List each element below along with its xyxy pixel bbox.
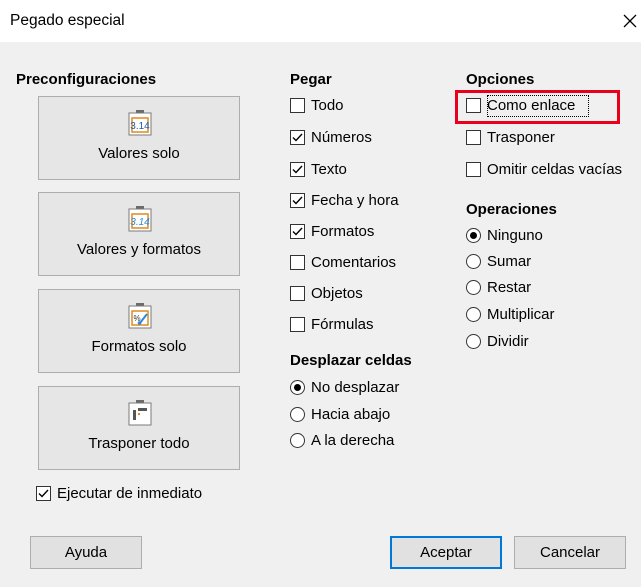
values-only-paste-icon: 3.14	[127, 109, 153, 137]
checkbox-checked[interactable]	[290, 161, 305, 177]
checkbox-checked[interactable]	[36, 485, 51, 501]
title-bar: Pegado especial	[0, 0, 641, 43]
paste-all-checkbox[interactable]: Todo	[290, 94, 344, 116]
checkbox-checked[interactable]	[290, 192, 305, 208]
paste-formats-label: Formatos	[311, 222, 375, 240]
operation-multiply-label: Multiplicar	[487, 305, 555, 323]
operation-divide-label: Dividir	[487, 332, 529, 350]
paste-numbers-checkbox[interactable]: Números	[290, 126, 372, 148]
values-only-label: Valores solo	[98, 145, 180, 162]
formats-only-button[interactable]: % Formatos solo	[38, 289, 240, 373]
transpose-checkbox[interactable]: Trasponer	[466, 126, 555, 148]
paste-text-checkbox[interactable]: Texto	[290, 158, 347, 180]
operation-none-radio[interactable]: Ninguno	[466, 224, 543, 246]
operation-none-label: Ninguno	[487, 226, 543, 244]
transpose-label: Trasponer	[487, 128, 555, 146]
values-and-formats-button[interactable]: 3.14 Valores y formatos	[38, 192, 240, 276]
shift-down-label: Hacia abajo	[311, 405, 391, 423]
ok-button[interactable]: Aceptar	[390, 536, 502, 569]
radio-selected[interactable]	[290, 379, 305, 395]
help-button[interactable]: Ayuda	[30, 536, 142, 569]
paste-formats-checkbox[interactable]: Formatos	[290, 220, 374, 242]
operation-subtract-label: Restar	[487, 278, 532, 296]
checkbox-checked[interactable]	[290, 129, 305, 145]
paste-formulas-checkbox[interactable]: Fórmulas	[290, 313, 374, 335]
formats-only-label: Formatos solo	[91, 338, 187, 355]
paste-date-time-label: Fecha y hora	[311, 191, 399, 209]
presets-heading: Preconfiguraciones	[16, 71, 157, 88]
run-immediately-label: Ejecutar de inmediato	[57, 484, 203, 502]
options-heading: Opciones	[466, 71, 535, 88]
radio-unselected[interactable]	[466, 279, 481, 295]
skip-empty-cells-label: Omitir celdas vacías	[487, 160, 623, 178]
paste-objects-label: Objetos	[311, 284, 363, 302]
operation-divide-radio[interactable]: Dividir	[466, 330, 529, 352]
paste-numbers-label: Números	[311, 128, 372, 146]
values-only-button[interactable]: 3.14 Valores solo	[38, 96, 240, 180]
run-immediately-checkbox[interactable]: Ejecutar de inmediato	[36, 482, 202, 504]
checkbox-unchecked[interactable]	[290, 316, 305, 332]
shift-right-radio[interactable]: A la derecha	[290, 429, 394, 451]
checkbox-unchecked[interactable]	[290, 285, 305, 301]
transpose-all-paste-icon	[127, 399, 153, 427]
checkbox-unchecked[interactable]	[290, 97, 305, 113]
paste-date-time-checkbox[interactable]: Fecha y hora	[290, 189, 399, 211]
paste-formulas-label: Fórmulas	[311, 315, 374, 333]
skip-empty-cells-checkbox[interactable]: Omitir celdas vacías	[466, 158, 622, 180]
svg-text:3.14: 3.14	[130, 121, 150, 132]
checkbox-checked[interactable]	[290, 223, 305, 239]
shift-none-radio[interactable]: No desplazar	[290, 376, 399, 398]
checkbox-unchecked[interactable]	[466, 129, 481, 145]
paste-objects-checkbox[interactable]: Objetos	[290, 282, 363, 304]
shift-right-label: A la derecha	[311, 431, 395, 449]
paste-text-label: Texto	[311, 160, 347, 178]
shift-none-label: No desplazar	[311, 378, 400, 396]
focus-indicator	[487, 95, 589, 117]
operation-add-label: Sumar	[487, 252, 532, 270]
operation-multiply-radio[interactable]: Multiplicar	[466, 303, 555, 325]
radio-unselected[interactable]	[466, 333, 481, 349]
checkbox-unchecked[interactable]	[290, 254, 305, 270]
paste-all-label: Todo	[311, 96, 344, 114]
values-formats-paste-icon: 3.14	[127, 205, 153, 233]
radio-unselected[interactable]	[290, 406, 305, 422]
paste-comments-label: Comentarios	[311, 253, 397, 271]
transpose-all-label: Trasponer todo	[88, 435, 190, 452]
operation-subtract-radio[interactable]: Restar	[466, 276, 531, 298]
checkbox-unchecked[interactable]	[466, 161, 481, 177]
paste-comments-checkbox[interactable]: Comentarios	[290, 251, 396, 273]
close-icon[interactable]	[619, 10, 641, 32]
operations-heading: Operaciones	[466, 201, 557, 218]
values-and-formats-label: Valores y formatos	[77, 241, 201, 258]
radio-unselected[interactable]	[466, 306, 481, 322]
radio-selected[interactable]	[466, 227, 481, 243]
radio-unselected[interactable]	[466, 253, 481, 269]
operation-add-radio[interactable]: Sumar	[466, 250, 531, 272]
radio-unselected[interactable]	[290, 432, 305, 448]
dialog-title: Pegado especial	[10, 12, 125, 29]
svg-text:3.14: 3.14	[130, 217, 150, 228]
paste-heading: Pegar	[290, 71, 332, 88]
cancel-button[interactable]: Cancelar	[514, 536, 626, 569]
shift-down-radio[interactable]: Hacia abajo	[290, 403, 390, 425]
transpose-all-button[interactable]: Trasponer todo	[38, 386, 240, 470]
formats-only-paste-icon: %	[127, 302, 153, 330]
shift-cells-heading: Desplazar celdas	[290, 352, 412, 369]
